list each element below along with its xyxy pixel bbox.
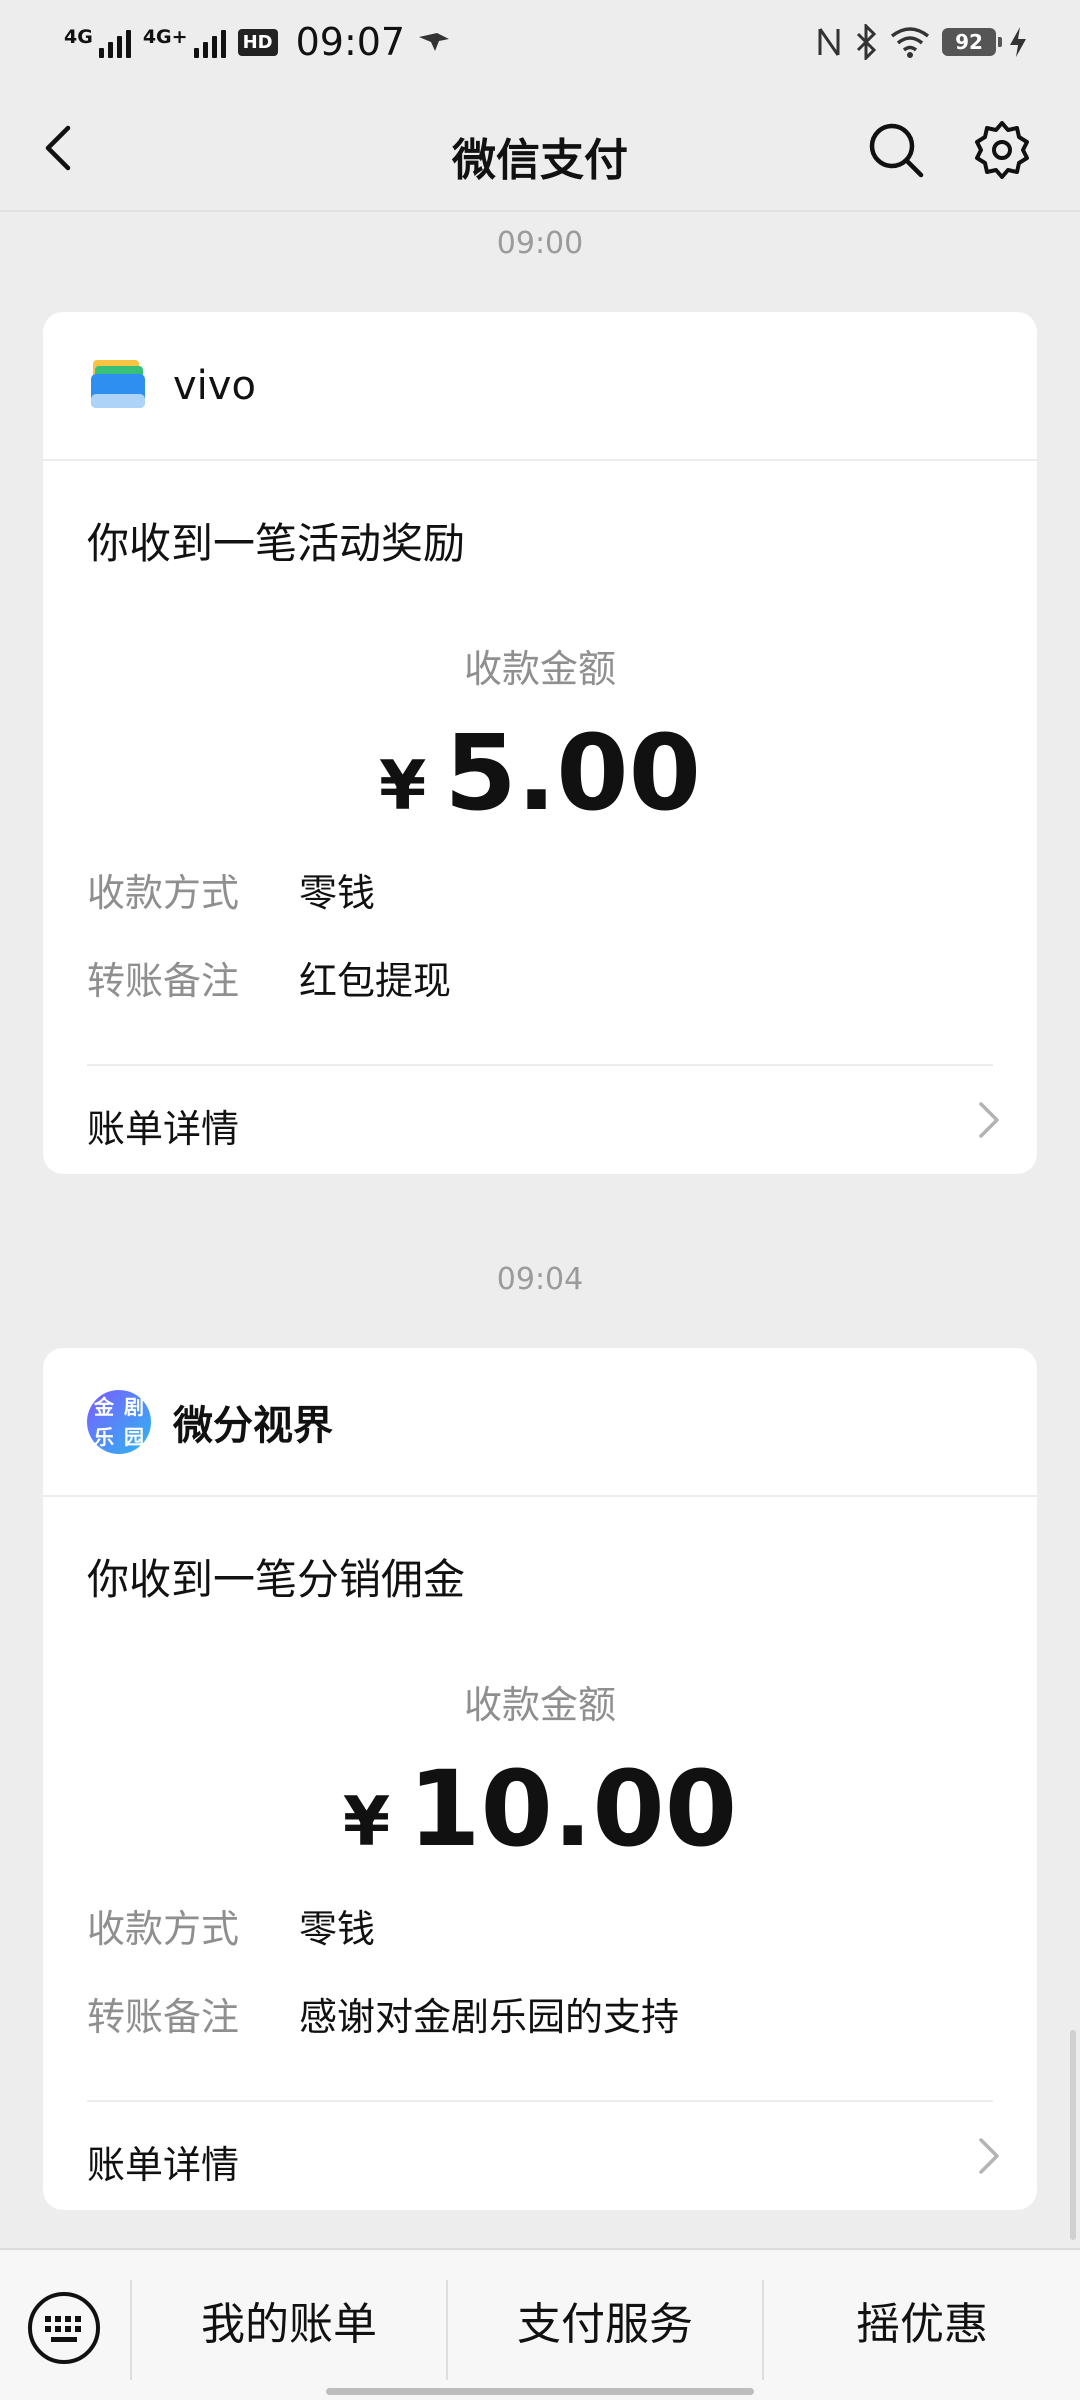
status-bar: 4G 4G+ HD 09:07 92 xyxy=(0,0,1080,84)
chevron-right-icon[interactable] xyxy=(973,1100,1003,1140)
signal-1-icon: 4G xyxy=(64,26,131,58)
currency-symbol: ¥ xyxy=(342,1783,391,1862)
notification-title: 你收到一笔活动奖励 xyxy=(87,519,466,568)
network-2-label: 4G+ xyxy=(142,26,188,48)
bill-details-link[interactable]: 账单详情 xyxy=(87,2134,239,2189)
battery-indicator: 92 xyxy=(942,28,1002,56)
info-key: 转账备注 xyxy=(87,959,240,1003)
message-timestamp: 09:04 xyxy=(496,1262,584,1297)
wallet-app-icon xyxy=(91,359,145,408)
keyboard-icon[interactable] xyxy=(24,2288,104,2368)
amount-number: 5.00 xyxy=(444,712,701,834)
info-row-payment-method: 收款方式 零钱 xyxy=(87,1898,375,1953)
bluetooth-icon xyxy=(856,24,877,60)
card-separator xyxy=(87,1064,993,1066)
menu-shake-deals[interactable]: 摇优惠 xyxy=(764,2280,1080,2360)
card-header[interactable]: vivo xyxy=(43,312,1037,461)
charging-icon xyxy=(1010,27,1026,57)
bottom-menu-bar: 我的账单 支付服务 摇优惠 xyxy=(0,2248,1080,2400)
amount-label: 收款金额 xyxy=(463,647,616,691)
gear-icon[interactable] xyxy=(972,120,1032,180)
info-key: 收款方式 xyxy=(87,1907,240,1951)
payment-notification-card[interactable]: 金 剧 乐 园 微分视界 你收到一笔分销佣金 收款金额 ¥10.00 收款方式 … xyxy=(43,1348,1037,2210)
nav-bar: 微信支付 xyxy=(0,84,1080,212)
info-key: 收款方式 xyxy=(87,871,240,915)
info-value: 零钱 xyxy=(299,1907,376,1951)
info-value: 红包提现 xyxy=(299,959,452,1003)
nfc-icon xyxy=(818,28,840,56)
logo-char: 乐 xyxy=(94,1424,114,1449)
logo-char: 园 xyxy=(124,1424,144,1449)
menu-my-bills[interactable]: 我的账单 xyxy=(132,2280,446,2360)
currency-symbol: ¥ xyxy=(379,747,427,826)
merchant-logo: 金 剧 乐 园 xyxy=(87,1389,151,1454)
status-time: 09:07 xyxy=(295,20,406,64)
card-header[interactable]: 金 剧 乐 园 微分视界 xyxy=(43,1348,1037,1497)
amount-label: 收款金额 xyxy=(463,1683,616,1727)
home-indicator[interactable] xyxy=(326,2388,754,2395)
info-key: 转账备注 xyxy=(87,1995,240,2039)
merchant-name: vivo xyxy=(173,362,256,409)
notification-title: 你收到一笔分销佣金 xyxy=(87,1555,466,1604)
info-row-remark: 转账备注 红包提现 xyxy=(87,950,451,1005)
logo-char: 金 xyxy=(94,1394,114,1419)
info-row-remark: 转账备注 感谢对金剧乐园的支持 xyxy=(87,1986,679,2041)
info-value: 零钱 xyxy=(299,871,376,915)
amount-number: 10.00 xyxy=(408,1748,738,1870)
wifi-icon xyxy=(890,27,930,58)
amount-value: ¥5.00 xyxy=(43,712,1037,834)
menu-payment-services[interactable]: 支付服务 xyxy=(448,2280,762,2360)
info-value: 感谢对金剧乐园的支持 xyxy=(299,1995,680,2039)
status-right: 92 xyxy=(816,24,1028,60)
message-timestamp: 09:00 xyxy=(496,226,584,261)
logo-char: 剧 xyxy=(124,1394,144,1419)
network-1-label: 4G xyxy=(64,26,93,48)
payment-notification-card[interactable]: vivo 你收到一笔活动奖励 收款金额 ¥5.00 收款方式 零钱 转账备注 红… xyxy=(43,312,1037,1174)
nav-divider xyxy=(0,210,1080,212)
status-left: 4G 4G+ HD 09:07 xyxy=(64,20,451,64)
card-separator xyxy=(87,2100,993,2102)
scrollbar[interactable] xyxy=(1070,2030,1076,2240)
wechat-pay-notifications-screen: 4G 4G+ HD 09:07 92 微信支付 09:00 vivo 你收到一笔… xyxy=(0,0,1080,2400)
bill-details-link[interactable]: 账单详情 xyxy=(87,1098,239,1153)
hd-voice-icon: HD xyxy=(237,28,278,56)
chevron-right-icon[interactable] xyxy=(973,2136,1003,2176)
search-icon[interactable] xyxy=(866,120,926,180)
amount-value: ¥10.00 xyxy=(43,1748,1037,1870)
signal-2-icon: 4G+ xyxy=(143,26,226,58)
notification-bird-icon xyxy=(419,33,450,51)
merchant-name: 微分视界 xyxy=(173,1402,333,1449)
info-row-payment-method: 收款方式 零钱 xyxy=(87,862,375,917)
